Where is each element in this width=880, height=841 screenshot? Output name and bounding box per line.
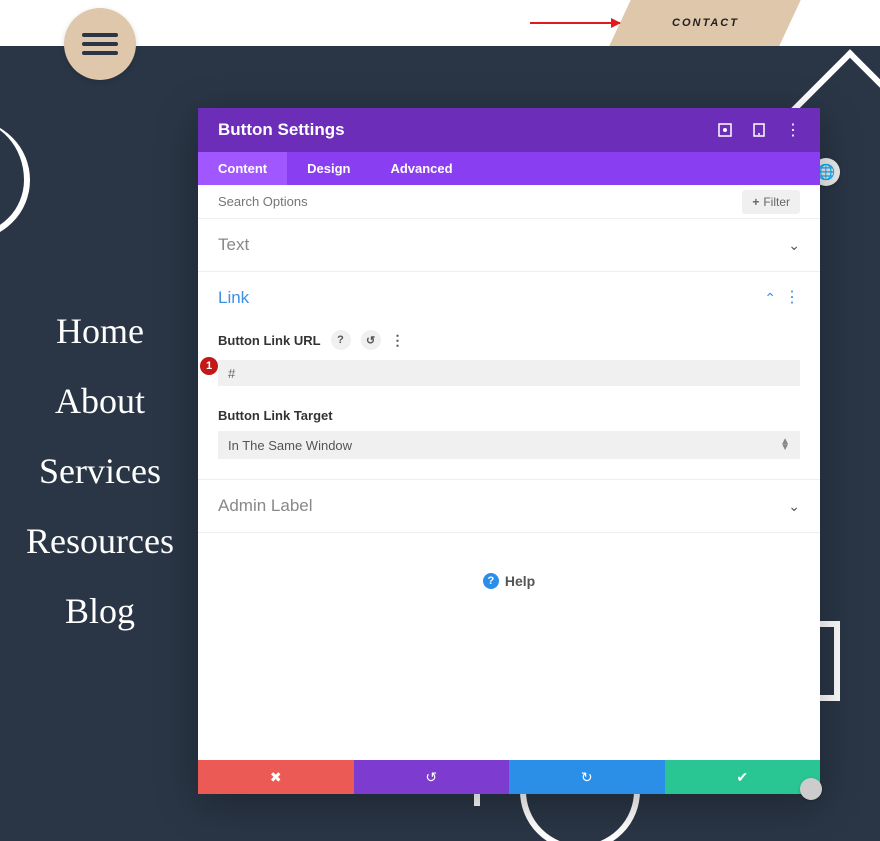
- expand-icon[interactable]: [718, 123, 732, 137]
- chevron-down-icon: ⌄: [788, 498, 800, 515]
- tablet-preview-icon[interactable]: [752, 123, 766, 137]
- annotation-marker-1: 1: [200, 357, 218, 375]
- filter-button[interactable]: Filter: [742, 190, 800, 214]
- contact-button[interactable]: CONTACT: [609, 0, 800, 46]
- nav-item-services[interactable]: Services: [39, 450, 161, 492]
- reset-icon[interactable]: ↺: [361, 330, 381, 350]
- help-question-icon: ?: [483, 573, 499, 589]
- field-more-icon[interactable]: ⋮: [391, 332, 405, 349]
- nav-item-resources[interactable]: Resources: [26, 520, 174, 562]
- button-link-target-label: Button Link Target: [218, 408, 800, 423]
- section-link-title: Link: [218, 288, 249, 308]
- button-link-url-input[interactable]: [218, 360, 800, 386]
- help-row[interactable]: ? Help: [198, 533, 820, 760]
- search-options-input[interactable]: [218, 194, 518, 209]
- help-label: Help: [505, 573, 535, 589]
- tab-design[interactable]: Design: [287, 152, 370, 185]
- section-admin-toggle[interactable]: Admin Label ⌄: [198, 480, 820, 532]
- section-text-title: Text: [218, 235, 249, 255]
- nav-item-blog[interactable]: Blog: [65, 590, 135, 632]
- nav-item-about[interactable]: About: [55, 380, 145, 422]
- hamburger-menu-button[interactable]: [64, 8, 136, 80]
- section-more-icon[interactable]: ⋮: [784, 290, 800, 306]
- save-button[interactable]: ✔: [665, 760, 821, 794]
- chevron-up-icon: ⌃: [764, 290, 776, 307]
- tab-advanced[interactable]: Advanced: [370, 152, 472, 185]
- modal-tabs: Content Design Advanced: [198, 152, 820, 185]
- cancel-button[interactable]: ✖: [198, 760, 354, 794]
- more-icon[interactable]: ⋮: [786, 123, 800, 137]
- section-text: Text ⌄: [198, 219, 820, 272]
- floating-handle[interactable]: [800, 778, 822, 800]
- modal-header: Button Settings ⋮: [198, 108, 820, 152]
- modal-title: Button Settings: [218, 120, 345, 140]
- main-nav: Home About Services Resources Blog: [0, 310, 200, 632]
- button-link-target-select[interactable]: In The Same Window ▲▼: [218, 431, 800, 459]
- section-link: Link ⌃ ⋮ Button Link URL ? ↺ ⋮ Button Li…: [198, 272, 820, 480]
- tab-content[interactable]: Content: [198, 152, 287, 185]
- chevron-down-icon: ⌄: [788, 237, 800, 254]
- section-admin-label: Admin Label ⌄: [198, 480, 820, 533]
- nav-item-home[interactable]: Home: [56, 310, 144, 352]
- section-link-body: Button Link URL ? ↺ ⋮ Button Link Target…: [198, 330, 820, 479]
- decorative-shape: [0, 120, 30, 240]
- modal-footer: ✖ ↺ ↻ ✔: [198, 760, 820, 794]
- button-settings-modal: Button Settings ⋮ Content Design Advance…: [198, 108, 820, 794]
- redo-button[interactable]: ↻: [509, 760, 665, 794]
- button-link-url-label: Button Link URL: [218, 333, 321, 348]
- select-value: In The Same Window: [228, 438, 352, 453]
- search-row: Filter: [198, 185, 820, 219]
- section-text-toggle[interactable]: Text ⌄: [198, 219, 820, 271]
- select-arrows-icon: ▲▼: [780, 439, 790, 451]
- contact-label: CONTACT: [672, 17, 739, 29]
- annotation-arrow: [530, 22, 620, 24]
- section-admin-title: Admin Label: [218, 496, 313, 516]
- section-link-toggle[interactable]: Link ⌃ ⋮: [198, 272, 820, 324]
- help-icon[interactable]: ?: [331, 330, 351, 350]
- undo-button[interactable]: ↺: [354, 760, 510, 794]
